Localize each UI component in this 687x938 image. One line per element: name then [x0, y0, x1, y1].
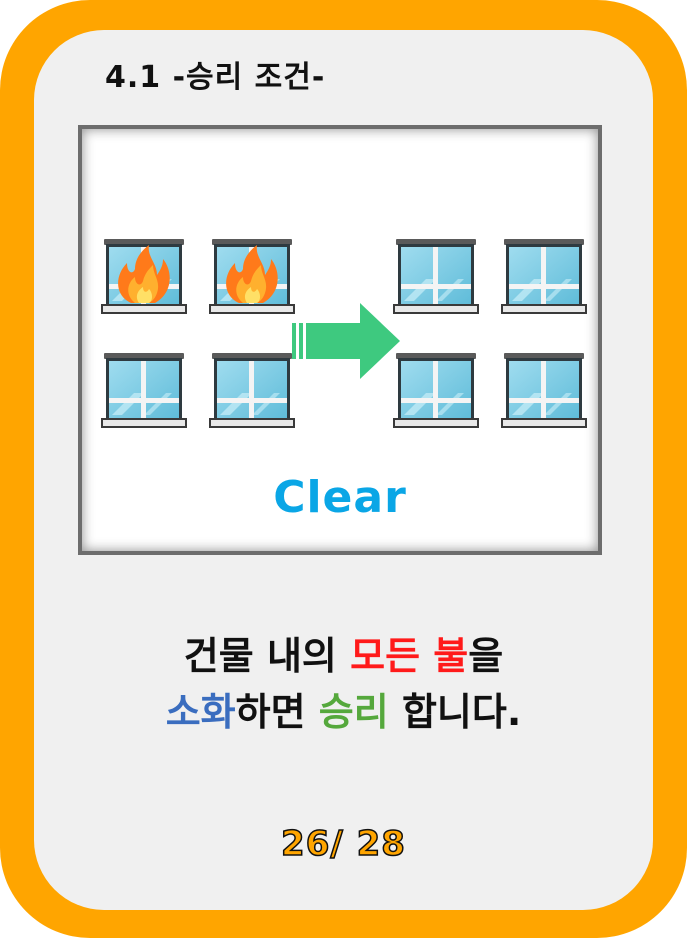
window-before-3 — [101, 352, 187, 428]
message-line-2: 소화하면 승리 합니다. — [34, 684, 653, 740]
win-condition-message: 건물 내의 모든 불을 소화하면 승리 합니다. — [34, 628, 653, 740]
message-text: 을 — [468, 634, 504, 678]
message-text: 합니다. — [388, 690, 522, 734]
burning-window-2 — [209, 238, 295, 314]
message-line-1: 건물 내의 모든 불을 — [34, 628, 653, 684]
page-number: 26/ 28 — [280, 823, 406, 865]
highlight-all-fires: 모든 불 — [350, 634, 469, 678]
burning-window-1 — [101, 238, 187, 314]
slide-title: 4.1 -승리 조건- — [105, 60, 326, 95]
clear-window-2 — [501, 238, 587, 314]
illustration-panel: Clear — [78, 125, 602, 555]
arrow-right-icon — [292, 303, 400, 379]
clear-label: Clear — [273, 472, 407, 523]
highlight-victory: 승리 — [318, 690, 389, 734]
message-text: 하면 — [235, 690, 319, 734]
window-before-4 — [209, 352, 295, 428]
message-text: 건물 내의 — [183, 634, 351, 678]
highlight-extinguish: 소화 — [165, 690, 236, 734]
clear-window-4 — [501, 352, 587, 428]
clear-window-1 — [393, 238, 479, 314]
clear-window-3 — [393, 352, 479, 428]
